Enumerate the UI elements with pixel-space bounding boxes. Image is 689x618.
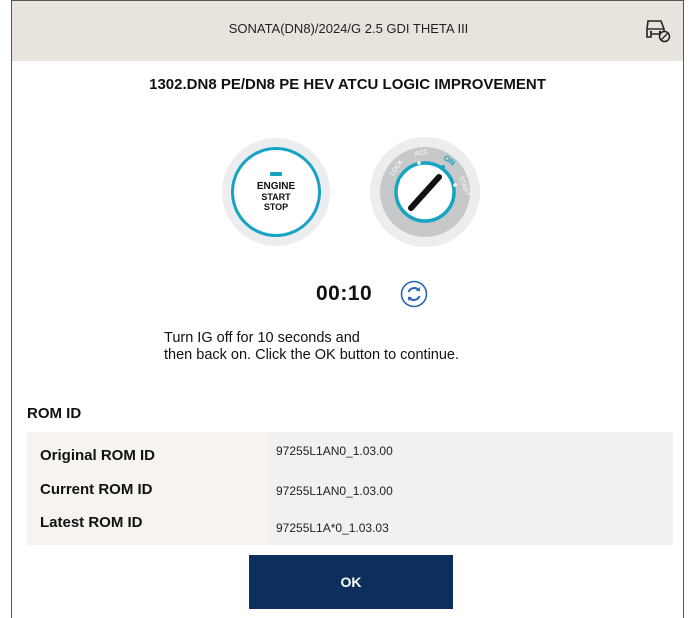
- ok-button[interactable]: OK: [249, 555, 453, 609]
- diagnostic-dialog: SONATA(DN8)/2024/G 2.5 GDI THETA III 130…: [11, 0, 684, 618]
- car-settings-icon[interactable]: [643, 17, 671, 43]
- start-label: START: [261, 192, 291, 202]
- vehicle-header: SONATA(DN8)/2024/G 2.5 GDI THETA III: [12, 0, 683, 61]
- stop-label: STOP: [263, 202, 289, 212]
- engine-button-ring: ENGINE START STOP: [231, 147, 321, 237]
- original-rom-label: Original ROM ID: [40, 447, 156, 464]
- engine-indicator: [270, 172, 282, 176]
- instruction-line-1: Turn IG off for 10 seconds and: [164, 330, 360, 346]
- current-rom-value: 97255L1AN0_1.03.00: [276, 484, 393, 498]
- latest-rom-value: 97255L1A*0_1.03.03: [276, 521, 389, 535]
- engine-label: ENGINE: [256, 181, 296, 192]
- vehicle-info: SONATA(DN8)/2024/G 2.5 GDI THETA III: [228, 21, 469, 36]
- refresh-icon[interactable]: [400, 280, 428, 308]
- rom-id-heading: ROM ID: [27, 405, 82, 422]
- countdown-timer: 00:10: [316, 282, 373, 305]
- latest-rom-label: Latest ROM ID: [40, 514, 143, 531]
- current-rom-label: Current ROM ID: [40, 481, 153, 498]
- engine-start-stop-icon: ENGINE START STOP: [222, 138, 330, 246]
- original-rom-value: 97255L1AN0_1.03.00: [276, 444, 393, 458]
- instruction-line-2: then back on. Click the OK button to con…: [164, 347, 460, 363]
- ignition-key-icon: LOCK ACC ON START: [370, 137, 480, 247]
- procedure-title: 1302.DN8 PE/DN8 PE HEV ATCU LOGIC IMPROV…: [149, 76, 546, 93]
- rom-id-table: Original ROM ID 97255L1AN0_1.03.00 Curre…: [27, 432, 673, 545]
- instruction-text: Turn IG off for 10 seconds and then back…: [164, 330, 459, 364]
